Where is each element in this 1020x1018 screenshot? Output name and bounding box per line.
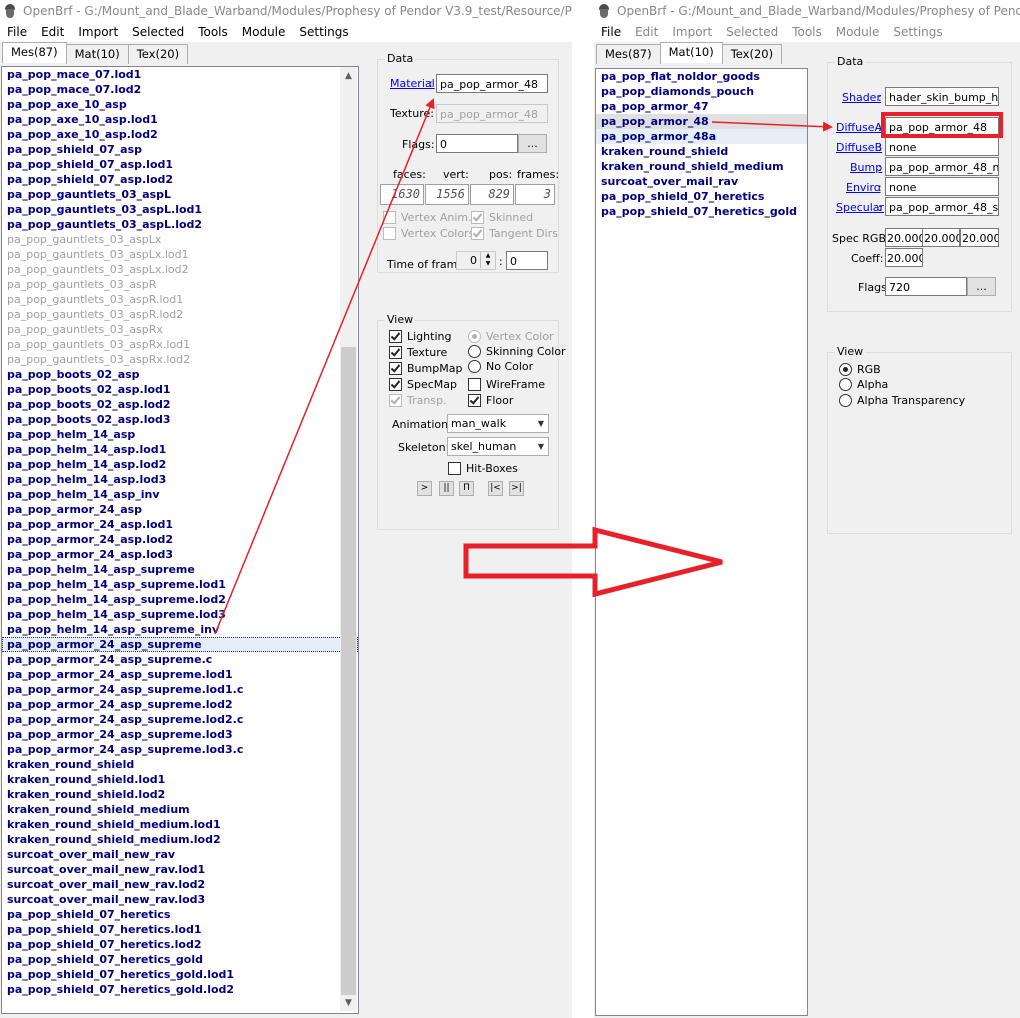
big-right-arrow-icon xyxy=(463,526,723,598)
arrow-mesh-to-material xyxy=(214,98,435,635)
annotation-overlay xyxy=(214,98,833,635)
arrow-list-to-diffusea xyxy=(711,121,833,132)
